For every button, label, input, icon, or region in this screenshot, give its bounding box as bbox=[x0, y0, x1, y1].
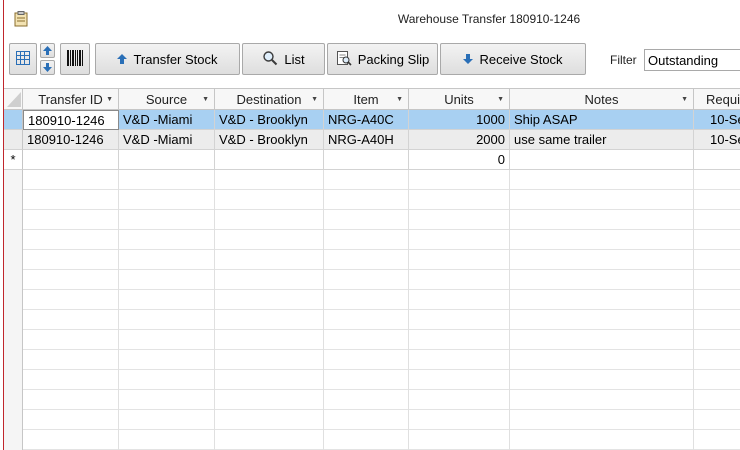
barcode-icon bbox=[66, 49, 84, 70]
receive-stock-label: Receive Stock bbox=[479, 51, 563, 67]
cell-units[interactable]: 2000 bbox=[409, 130, 510, 150]
cell-notes[interactable] bbox=[510, 150, 694, 170]
cell-item[interactable]: NRG-A40C bbox=[324, 110, 409, 130]
column-header-destination[interactable]: Destination ▼ bbox=[215, 89, 324, 110]
dropdown-arrow-icon[interactable]: ▼ bbox=[497, 89, 504, 110]
cell-notes[interactable]: use same trailer bbox=[510, 130, 694, 150]
grid-view-button[interactable] bbox=[9, 43, 37, 75]
column-header-notes[interactable]: Notes ▼ bbox=[510, 89, 694, 110]
grid-icon bbox=[15, 50, 31, 69]
app-window: Warehouse Transfer 180910-1246 Transfer … bbox=[3, 0, 740, 450]
cell-source[interactable] bbox=[119, 150, 215, 170]
cell-source[interactable]: V&D -Miami bbox=[119, 110, 215, 130]
cell-notes[interactable]: Ship ASAP bbox=[510, 110, 694, 130]
arrow-down-icon bbox=[463, 52, 474, 67]
move-down-button[interactable] bbox=[40, 60, 55, 75]
cell-required[interactable] bbox=[694, 150, 740, 170]
column-header-required[interactable]: Requi bbox=[694, 89, 740, 110]
table-row[interactable]: 180910-1246 V&D -Miami V&D - Brooklyn NR… bbox=[4, 110, 740, 130]
cell-transfer-id[interactable]: 180910-1246 bbox=[23, 110, 119, 130]
cell-destination[interactable] bbox=[215, 150, 324, 170]
arrow-up-icon bbox=[117, 52, 128, 67]
dropdown-arrow-icon[interactable]: ▼ bbox=[396, 89, 403, 110]
cell-destination[interactable]: V&D - Brooklyn bbox=[215, 130, 324, 150]
list-button[interactable]: List bbox=[242, 43, 325, 75]
cell-units[interactable]: 1000 bbox=[409, 110, 510, 130]
new-record-row[interactable]: * 0 bbox=[4, 150, 740, 170]
table-row[interactable]: 180910-1246 V&D -Miami V&D - Brooklyn NR… bbox=[4, 130, 740, 150]
cell-destination[interactable]: V&D - Brooklyn bbox=[215, 110, 324, 130]
cell-transfer-id[interactable] bbox=[23, 150, 119, 170]
title-bar: Warehouse Transfer 180910-1246 bbox=[4, 0, 740, 37]
toolbar: Transfer Stock List Packing Slip Receive… bbox=[4, 37, 740, 82]
cell-transfer-id[interactable]: 180910-1246 bbox=[23, 130, 119, 150]
arrow-up-icon bbox=[43, 43, 52, 58]
new-record-marker: * bbox=[4, 150, 23, 170]
magnifier-icon bbox=[262, 50, 278, 69]
cell-required[interactable]: 10-Se bbox=[694, 130, 740, 150]
print-preview-icon bbox=[336, 50, 352, 69]
transfer-stock-button[interactable]: Transfer Stock bbox=[95, 43, 240, 75]
transfer-stock-label: Transfer Stock bbox=[133, 51, 218, 67]
cell-item[interactable]: NRG-A40H bbox=[324, 130, 409, 150]
receive-stock-button[interactable]: Receive Stock bbox=[440, 43, 586, 75]
dropdown-arrow-icon[interactable]: ▼ bbox=[202, 89, 209, 110]
record-selector[interactable] bbox=[4, 130, 23, 150]
cell-units[interactable]: 0 bbox=[409, 150, 510, 170]
packing-slip-button[interactable]: Packing Slip bbox=[327, 43, 438, 75]
window-title: Warehouse Transfer 180910-1246 bbox=[397, 12, 581, 26]
filter-label: Filter bbox=[610, 53, 637, 67]
cell-required[interactable]: 10-Se bbox=[694, 110, 740, 130]
column-header-source[interactable]: Source ▼ bbox=[119, 89, 215, 110]
barcode-button[interactable] bbox=[60, 43, 90, 75]
dropdown-arrow-icon[interactable]: ▼ bbox=[311, 89, 318, 110]
column-header-transfer-id[interactable]: Transfer ID ▼ bbox=[23, 89, 119, 110]
select-all-corner[interactable] bbox=[4, 89, 23, 110]
dropdown-arrow-icon[interactable]: ▼ bbox=[681, 89, 688, 110]
list-label: List bbox=[284, 51, 305, 67]
dropdown-arrow-icon[interactable]: ▼ bbox=[106, 89, 113, 110]
filter-select[interactable]: Outstanding bbox=[644, 49, 740, 71]
move-up-button[interactable] bbox=[40, 43, 55, 58]
packing-slip-label: Packing Slip bbox=[357, 51, 430, 67]
datasheet-grid: Transfer ID ▼ Source ▼ Destination ▼ Ite… bbox=[4, 88, 740, 450]
cell-item[interactable] bbox=[324, 150, 409, 170]
column-header-units[interactable]: Units ▼ bbox=[409, 89, 510, 110]
cell-source[interactable]: V&D -Miami bbox=[119, 130, 215, 150]
column-header-row: Transfer ID ▼ Source ▼ Destination ▼ Ite… bbox=[4, 89, 740, 110]
record-selector[interactable] bbox=[4, 110, 23, 130]
column-header-item[interactable]: Item ▼ bbox=[324, 89, 409, 110]
arrow-down-icon bbox=[43, 60, 52, 75]
